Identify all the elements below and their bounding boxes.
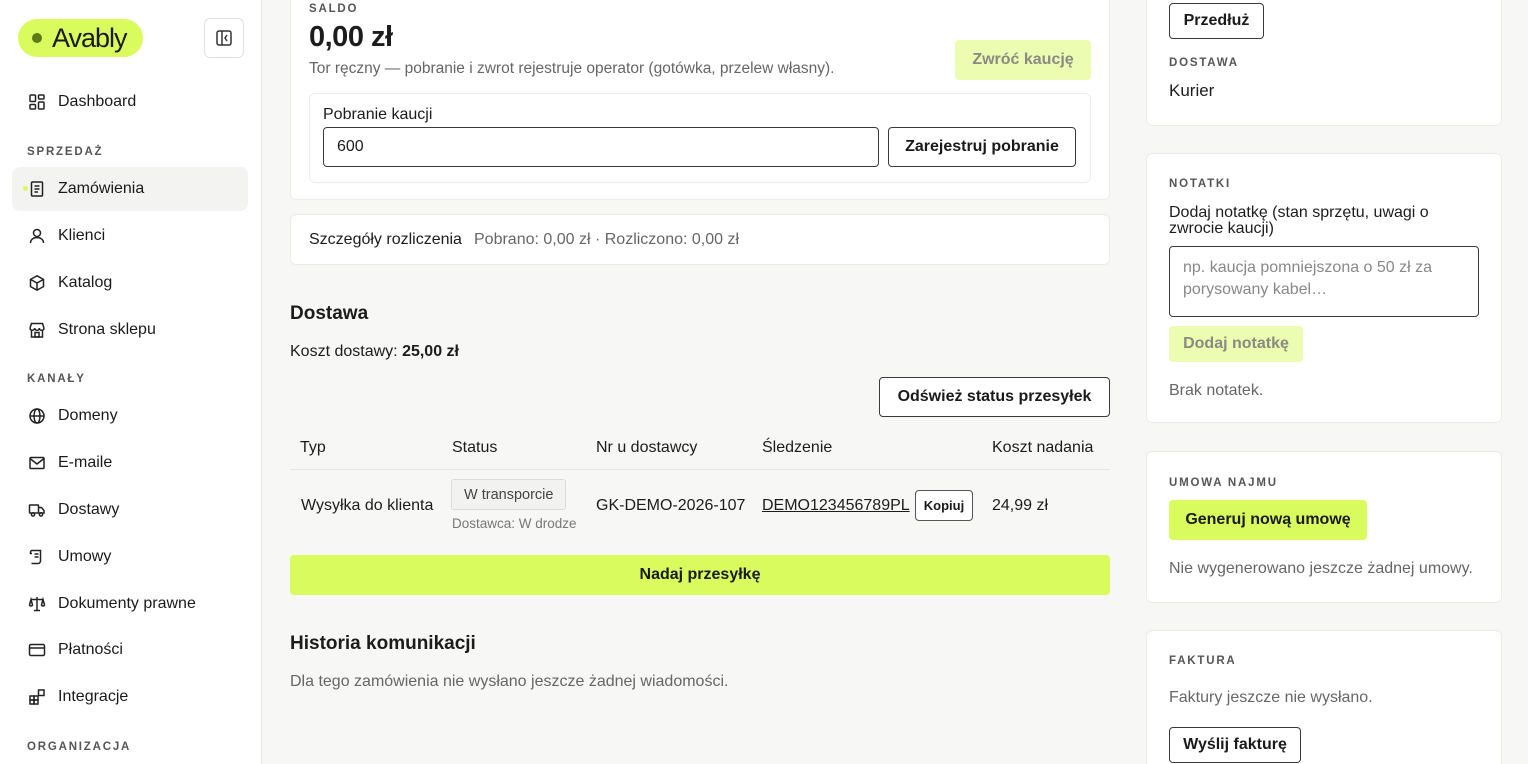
deposit-description: Tor ręczny — pobranie i zwrot rejestruje… (309, 60, 835, 77)
return-deposit-button[interactable]: Zwróć kaucję (955, 40, 1091, 80)
delivery-cost-value: 25,00 zł (402, 343, 459, 360)
brand-logo[interactable]: Avably (18, 19, 143, 57)
column-header-tracking: Śledzenie (762, 439, 833, 456)
delivery-title: Dostawa (290, 303, 369, 324)
sidebar-item-label: E-maile (58, 454, 113, 471)
invoice-card: FAKTURA Faktury jeszcze nie wysłano. Wyś… (1146, 630, 1502, 764)
deposit-collect-label: Pobranie kaucji (323, 106, 433, 123)
column-header-type: Typ (300, 439, 326, 456)
brand-name: Avably (52, 22, 128, 53)
dashboard-icon (29, 94, 45, 110)
delivery-cost-label: Koszt dostawy: (290, 343, 398, 360)
notes-card: NOTATKI Dodaj notatkę (stan sprzętu, uwa… (1146, 153, 1502, 423)
sidebar-item-label: Zamówienia (58, 180, 145, 197)
notes-field-label: Dodaj notatkę (stan sprzętu, uwagi o zwr… (1169, 204, 1429, 237)
sidebar-item-contracts[interactable]: Umowy (12, 535, 248, 579)
deposit-collect-panel: Pobranie kaucji 600 Zarejestruj pobranie (309, 93, 1091, 183)
settlement-details[interactable]: Szczegóły rozliczenia Pobrano: 0,00 zł ·… (290, 214, 1110, 265)
sidebar-item-label: Umowy (58, 548, 112, 565)
deposit-amount-input[interactable]: 600 (323, 127, 879, 167)
sidebar-item-deliveries[interactable]: Dostawy (12, 488, 248, 532)
delivery-method-value: Kurier (1169, 81, 1215, 100)
sidebar-item-label: Dostawy (58, 501, 120, 518)
sidebar-item-label: Domeny (58, 407, 118, 424)
contract-icon (29, 549, 42, 565)
carrier-status: Dostawca: W drodze (452, 516, 577, 531)
history-empty-text: Dla tego zamówienia nie wysłano jeszcze … (290, 673, 729, 690)
sidebar-item-integrations[interactable]: Integracje (12, 675, 248, 719)
tracking-link[interactable]: DEMO123456789PL (762, 497, 910, 515)
contract-empty-text: Nie wygenerowano jeszcze żadnej umowy. (1169, 560, 1473, 577)
refresh-shipments-button[interactable]: Odśwież status przesyłek (879, 377, 1110, 417)
sidebar-item-label: Dokumenty prawne (58, 595, 196, 612)
table-divider (290, 469, 1110, 470)
sidebar-item-label: Klienci (58, 227, 106, 244)
add-note-button[interactable]: Dodaj notatkę (1169, 326, 1303, 362)
column-header-status: Status (452, 439, 498, 456)
copy-tracking-button[interactable]: Kopiuj (915, 490, 973, 521)
settlement-title: Szczegóły rozliczenia (309, 231, 462, 248)
sidebar: Avably Dashboard SPRZEDAŻ Zamówienia Kli… (0, 0, 262, 764)
notes-label: NOTATKI (1169, 178, 1231, 190)
ship-parcel-button[interactable]: Nadaj przesyłkę (290, 555, 1110, 595)
sidebar-item-dashboard[interactable]: Dashboard (12, 80, 248, 124)
balance-label: SALDO (309, 3, 359, 15)
nav-section-channels: KANAŁY (27, 373, 86, 385)
sidebar-item-payments[interactable]: Płatności (12, 628, 248, 672)
sidebar-item-catalog[interactable]: Katalog (12, 261, 248, 305)
column-header-cost: Koszt nadania (992, 439, 1094, 456)
contract-label: UMOWA NAJMU (1169, 477, 1278, 489)
register-collection-button[interactable]: Zarejestruj pobranie (888, 127, 1076, 167)
generate-contract-button[interactable]: Generuj nową umowę (1169, 500, 1367, 540)
notes-empty-text: Brak notatek. (1169, 382, 1264, 399)
settlement-summary: Pobrano: 0,00 zł · Rozliczono: 0,00 zł (474, 231, 740, 248)
storefront-icon (29, 322, 45, 338)
shipment-type: Wysyłka do klienta (301, 497, 434, 514)
sidebar-item-label: Dashboard (58, 93, 137, 110)
sidebar-item-label: Katalog (58, 274, 113, 291)
column-header-carrier-no: Nr u dostawcy (596, 439, 698, 456)
delivery-cost: Koszt dostawy: 25,00 zł (290, 343, 459, 361)
nav-section-organization: ORGANIZACJA (27, 741, 132, 753)
sidebar-item-domains[interactable]: Domeny (12, 394, 248, 438)
orders-icon (30, 181, 44, 197)
note-textarea[interactable]: np. kaucja pomniejszona o 50 zł za porys… (1169, 246, 1479, 317)
logo-dot-icon (32, 33, 42, 43)
catalog-icon (29, 274, 45, 292)
sidebar-collapse-button[interactable] (204, 18, 244, 58)
active-indicator (23, 186, 28, 191)
truck-icon (28, 504, 45, 517)
integrations-icon (29, 689, 45, 705)
contract-card: UMOWA NAJMU Generuj nową umowę Nie wygen… (1146, 451, 1502, 603)
invoice-empty-text: Faktury jeszcze nie wysłano. (1169, 689, 1373, 706)
sidebar-item-label: Strona sklepu (58, 321, 156, 338)
sidebar-item-storefront[interactable]: Strona sklepu (12, 308, 248, 352)
sidebar-toggle-icon (216, 30, 232, 46)
sidebar-item-label: Płatności (58, 641, 123, 658)
mail-icon (29, 456, 45, 470)
nav-section-sales: SPRZEDAŻ (27, 146, 104, 158)
sidebar-item-emails[interactable]: E-maile (12, 441, 248, 485)
rental-info-card: Przedłuż DOSTAWA Kurier (1146, 0, 1502, 126)
shipment-cost: 24,99 zł (992, 497, 1049, 514)
globe-icon (29, 408, 45, 424)
extend-button[interactable]: Przedłuż (1169, 3, 1264, 39)
balance-value: 0,00 zł (309, 21, 393, 53)
history-title: Historia komunikacji (290, 633, 476, 654)
invoice-label: FAKTURA (1169, 655, 1237, 667)
carrier-number: GK-DEMO-2026-107 (596, 497, 746, 514)
card-icon (28, 643, 46, 657)
sidebar-item-customers[interactable]: Klienci (12, 214, 248, 258)
scale-icon (28, 596, 46, 612)
sidebar-item-legal-documents[interactable]: Dokumenty prawne (12, 582, 248, 626)
customers-icon (29, 228, 45, 244)
sidebar-item-label: Integracje (58, 688, 129, 705)
status-badge: W transporcie (451, 479, 567, 510)
delivery-method-label: DOSTAWA (1169, 57, 1239, 69)
sidebar-item-orders[interactable]: Zamówienia (12, 167, 248, 211)
deposit-card: SALDO 0,00 zł Tor ręczny — pobranie i zw… (290, 0, 1110, 200)
send-invoice-button[interactable]: Wyślij fakturę (1169, 727, 1301, 763)
